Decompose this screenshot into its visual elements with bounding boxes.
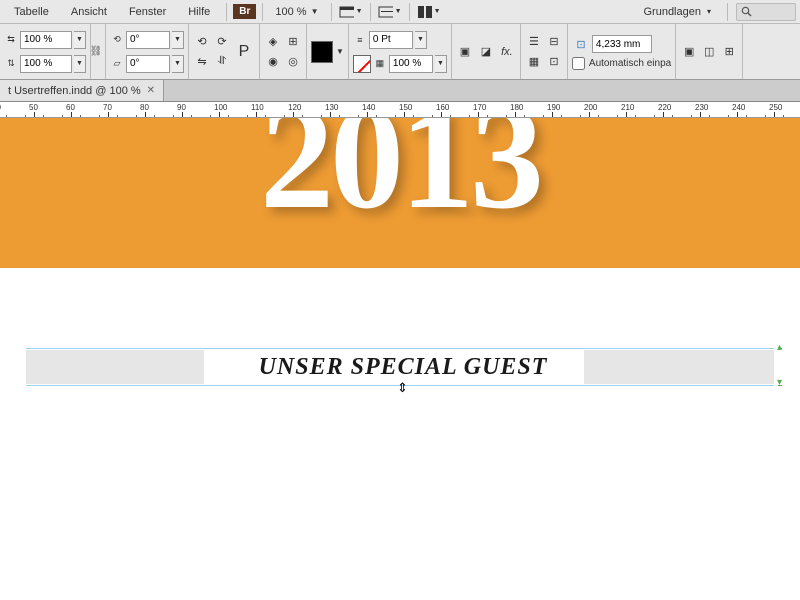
effects-icon[interactable]: ▣ [456, 43, 474, 61]
text-wrap-around-icon[interactable]: ▦ [525, 53, 543, 71]
crop-icon[interactable]: ⊡ [572, 35, 590, 53]
workspace-switcher[interactable]: Grundlagen▾ [635, 4, 719, 20]
search-input[interactable] [736, 3, 796, 21]
rotate-input[interactable] [126, 31, 170, 49]
menu-hilfe[interactable]: Hilfe [178, 3, 220, 21]
stroke-dropdown[interactable]: ▼ [415, 31, 427, 49]
scale-y-input[interactable] [20, 55, 72, 73]
link-scale-icon[interactable]: ⛓ [91, 40, 101, 64]
stroke-weight-icon: ≡ [353, 35, 367, 45]
scale-y-icon: ⇅ [4, 58, 18, 69]
select-next-icon[interactable]: ◎ [284, 53, 302, 71]
scale-x-dropdown[interactable]: ▼ [74, 31, 86, 49]
menu-bar: Tabelle Ansicht Fenster Hilfe Br 100 %▼ … [0, 0, 800, 24]
bridge-icon[interactable]: Br [233, 4, 256, 19]
menu-fenster[interactable]: Fenster [119, 3, 176, 21]
rotate-cw-icon[interactable]: ⟳ [213, 33, 231, 51]
fx-icon[interactable]: fx. [498, 43, 516, 61]
opacity-dropdown[interactable]: ▼ [435, 55, 447, 73]
stroke-swatch[interactable] [353, 55, 371, 73]
screen-mode-icon[interactable]: ▼ [377, 2, 403, 22]
document-tab[interactable]: t Usertreffen.indd @ 100 % ✕ [0, 80, 164, 101]
swatch-dropdown[interactable]: ▼ [336, 47, 344, 56]
fit-frame-icon[interactable]: ◫ [700, 43, 718, 61]
stroke-weight-input[interactable] [369, 31, 413, 49]
drop-shadow-icon[interactable]: ◪ [477, 43, 495, 61]
close-tab-icon[interactable]: ✕ [147, 85, 155, 96]
document-tab-bar: t Usertreffen.indd @ 100 % ✕ [0, 80, 800, 102]
scale-x-icon: ⇆ [4, 34, 18, 45]
scale-y-dropdown[interactable]: ▼ [74, 55, 86, 73]
shear-input[interactable] [126, 55, 170, 73]
view-mode-icon[interactable]: ▼ [338, 2, 364, 22]
frame-text: UNSER SPECIAL GUEST [259, 354, 548, 381]
resize-cursor-icon: ⇕ [397, 380, 408, 396]
flip-v-icon[interactable]: ⥯ [213, 53, 231, 71]
menu-tabelle[interactable]: Tabelle [4, 3, 59, 21]
opacity-icon: ▦ [373, 58, 387, 69]
autofit-label: Automatisch einpa [589, 58, 671, 69]
select-prev-icon[interactable]: ◉ [264, 53, 282, 71]
canvas[interactable]: 2013 UNSER SPECIAL GUEST ▴ ▾ ⇕ [0, 118, 800, 600]
text-wrap-jump-icon[interactable]: ⊟ [545, 33, 563, 51]
rotate-icon: ⟲ [110, 34, 124, 45]
banner-text: 2013 [260, 118, 540, 222]
opacity-input[interactable] [389, 55, 433, 73]
dimension-bracket: ▴ ▾ [774, 348, 782, 386]
select-content-icon[interactable]: ⊞ [284, 33, 302, 51]
control-panel: ⇆ ▼ ⇅ ▼ ⛓ ⟲ ▼ ▱ ▼ ⟲ ⟳ ⇋ [0, 24, 800, 80]
banner-frame: 2013 [0, 118, 800, 268]
zoom-level-menu[interactable]: 100 %▼ [269, 4, 324, 20]
width-input[interactable] [592, 35, 652, 53]
flip-h-icon[interactable]: ⇋ [193, 53, 211, 71]
rotate-dropdown[interactable]: ▼ [172, 31, 184, 49]
arrange-icon[interactable]: ▼ [416, 2, 442, 22]
menu-ansicht[interactable]: Ansicht [61, 3, 117, 21]
character-p-icon[interactable]: P [233, 43, 255, 61]
autofit-checkbox[interactable] [572, 57, 585, 70]
center-content-icon[interactable]: ⊞ [720, 43, 738, 61]
corner-options-icon[interactable]: ⊡ [545, 53, 563, 71]
horizontal-ruler: 4050607080901001101201301401501601701801… [0, 102, 800, 118]
rotate-ccw-icon[interactable]: ⟲ [193, 33, 211, 51]
scale-x-input[interactable] [20, 31, 72, 49]
shear-icon: ▱ [110, 58, 124, 69]
text-wrap-none-icon[interactable]: ☰ [525, 33, 543, 51]
fill-swatch[interactable] [311, 41, 333, 63]
select-container-icon[interactable]: ◈ [264, 33, 282, 51]
shear-dropdown[interactable]: ▼ [172, 55, 184, 73]
text-frame[interactable]: UNSER SPECIAL GUEST ▴ ▾ ⇕ [26, 348, 780, 386]
fit-content-icon[interactable]: ▣ [680, 43, 698, 61]
